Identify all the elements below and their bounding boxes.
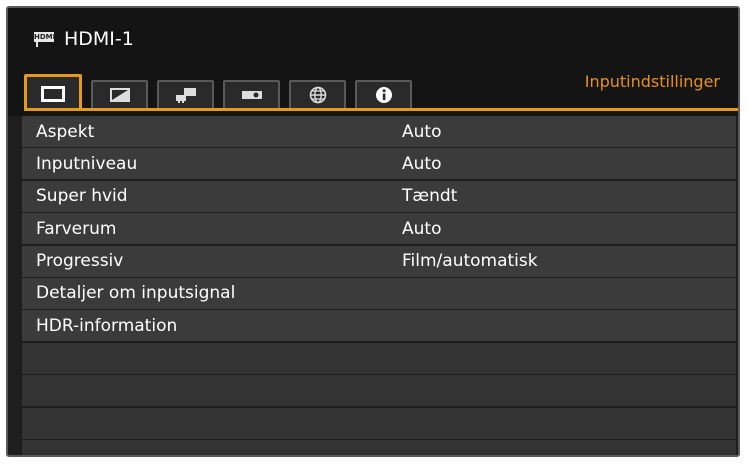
menu-item-label: Progressiv [36,251,124,272]
menu-item-super-hvid[interactable]: Super hvid Tændt [22,180,736,212]
info-icon [375,87,392,103]
menu-item-label: Detaljer om inputsignal [36,283,236,304]
empty-row [22,342,736,374]
menu-item-hdr-information[interactable]: HDR-information [22,310,736,342]
empty-row [22,407,736,439]
tab-network[interactable] [289,80,346,110]
screen-icon [41,85,65,102]
tab-installation[interactable] [157,80,214,110]
menu-item-value: Auto [402,153,442,174]
menu-item-value: Auto [402,218,442,239]
menu-item-value: Film/automatisk [402,251,538,272]
menu-item-progressiv[interactable]: Progressiv Film/automatisk [22,245,736,277]
projector-icon [241,91,262,99]
menu-item-detaljer-om-inputsignal[interactable]: Detaljer om inputsignal [22,277,736,309]
empty-row [22,375,736,407]
globe-icon [309,86,326,104]
tab-info[interactable] [355,80,412,110]
menu-item-farverum[interactable]: Farverum Auto [22,213,736,245]
active-tab-title: Inputindstillinger [584,72,720,91]
menu-item-value: Tændt [402,186,458,207]
input-source-label: HDMI-1 [64,28,134,50]
tab-projector[interactable] [223,80,280,110]
menu-item-inputniveau[interactable]: Inputniveau Auto [22,148,736,180]
tab-screen[interactable] [24,74,82,110]
settings-menu: Aspekt Auto Inputniveau Auto Super hvid … [22,116,736,455]
empty-row [22,439,736,455]
menu-tabs [24,68,421,110]
menu-item-aspekt[interactable]: Aspekt Auto [22,116,736,147]
menu-header: HDMI HDMI-1 Inputindstillinger [8,8,738,116]
input-source-indicator: HDMI HDMI-1 [34,26,134,52]
menu-item-label: HDR-information [36,315,178,336]
menu-item-label: Super hvid [36,186,128,207]
tab-image-adjust[interactable] [91,80,148,110]
menu-item-label: Aspekt [36,121,95,142]
projector-menu-window: HDMI HDMI-1 Inputindstillinger Aspekt Au… [6,6,740,457]
menu-item-label: Farverum [36,218,117,239]
menu-item-label: Inputniveau [36,153,138,174]
tab-underline [24,108,738,111]
hdmi-input-icon: HDMI [34,31,56,47]
installation-icon [175,88,196,103]
image-adjust-icon [109,88,130,102]
menu-item-value: Auto [402,121,442,142]
